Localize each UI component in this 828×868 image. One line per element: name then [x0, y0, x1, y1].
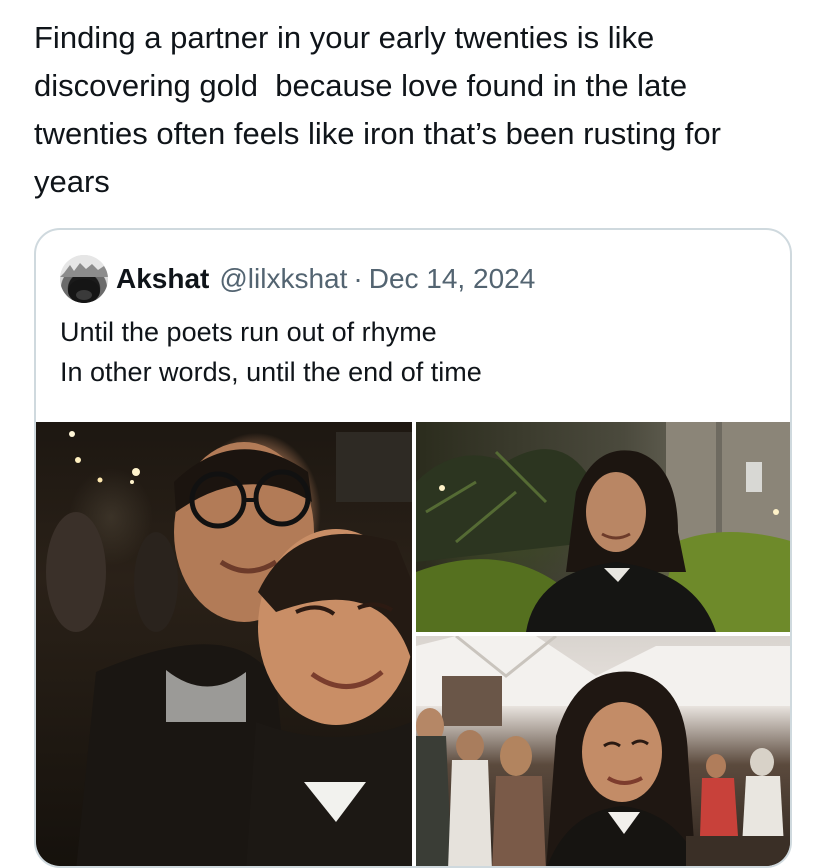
quoted-tweet-header: Akshat @lilxkshat · Dec 14, 2024: [60, 254, 535, 304]
separator-dot: ·: [353, 263, 363, 294]
quoted-tweet-card[interactable]: Akshat @lilxkshat · Dec 14, 2024 Until t…: [34, 228, 792, 868]
photo-woman-smiling-tents[interactable]: [416, 636, 790, 866]
photo-woman-garden-night[interactable]: [416, 422, 790, 632]
quoted-tweet-text: Until the poets run out of rhyme In othe…: [60, 312, 760, 392]
quoted-tweet-line: In other words, until the end of time: [60, 357, 482, 387]
photo-selfie-couple[interactable]: [36, 422, 412, 866]
avatar[interactable]: [60, 255, 108, 303]
tweet-text: Finding a partner in your early twenties…: [34, 20, 730, 199]
author-handle[interactable]: @lilxkshat: [219, 263, 347, 295]
quoted-tweet-line: Until the poets run out of rhyme: [60, 317, 437, 347]
author-name[interactable]: Akshat: [116, 263, 209, 295]
post-date[interactable]: Dec 14, 2024: [369, 263, 536, 295]
